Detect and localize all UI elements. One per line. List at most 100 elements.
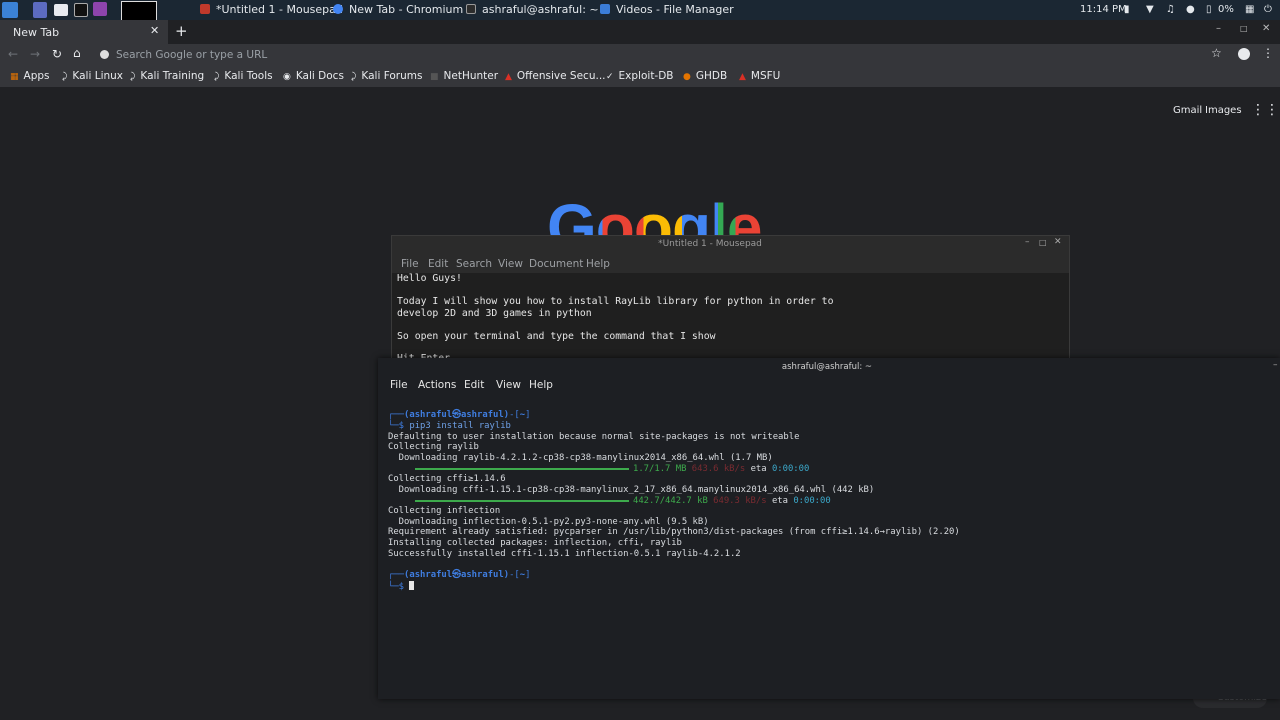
bookmark-ghdb[interactable]: ● GHDB	[683, 66, 727, 87]
bookmark-label: MSFU	[750, 70, 781, 82]
progress-stats: 1.7/1.7 MB 643.6 kB/s eta 0:00:00	[633, 464, 809, 475]
bookmark-apps[interactable]: ▦ Apps	[10, 66, 50, 87]
bookmark-label: Apps	[23, 70, 50, 82]
progress-speed: 649.3 kB/s	[713, 496, 767, 506]
clock[interactable]: 11:14 PM	[1080, 0, 1127, 20]
progress-eta: 0:00:00	[771, 464, 810, 474]
menu-document[interactable]: Document	[529, 258, 583, 270]
menu-search[interactable]: Search	[456, 258, 492, 270]
output-line: Downloading cffi-1.15.1-cp38-cp38-manyli…	[388, 485, 875, 495]
bookmark-kali-forums[interactable]: ⤸ Kali Forums	[351, 66, 422, 87]
workspace-switcher-icon[interactable]	[121, 1, 157, 21]
mousepad-window: *Untitled 1 - Mousepad – □ ✕ File Edit S…	[391, 235, 1070, 362]
close-tab-icon[interactable]: ✕	[150, 24, 159, 37]
terminal-icon[interactable]	[74, 3, 88, 17]
minimize-icon[interactable]: –	[1025, 237, 1030, 247]
menu-view[interactable]: View	[498, 258, 523, 270]
lock-icon[interactable]: ▦	[1245, 0, 1254, 20]
menu-edit[interactable]: Edit	[464, 379, 484, 391]
forward-icon[interactable]: →	[30, 47, 40, 61]
menu-view[interactable]: View	[496, 379, 521, 391]
profile-icon[interactable]	[1238, 48, 1250, 60]
back-icon[interactable]: ←	[8, 47, 18, 61]
task-label: New Tab - Chromium	[349, 3, 464, 16]
kali-dragon-icon: ⤸	[351, 72, 357, 82]
maximize-icon[interactable]: □	[1240, 24, 1248, 33]
menu-kebab-icon[interactable]: ⋮	[1262, 46, 1274, 60]
google-g-icon	[100, 50, 109, 59]
omnibox[interactable]: Search Google or type a URL	[96, 46, 1232, 64]
download-progress-bar	[415, 500, 629, 502]
google-logo: Google	[547, 188, 761, 236]
task-chromium[interactable]: New Tab - Chromium	[333, 0, 463, 20]
bookmark-msfu[interactable]: ▲ MSFU	[739, 66, 780, 87]
close-icon[interactable]: ✕	[1054, 237, 1062, 247]
kali-dragon-icon: ⤸	[62, 72, 68, 82]
editor-line: Hello Guys!	[397, 273, 462, 284]
menu-help[interactable]: Help	[529, 379, 553, 391]
chromium-icon	[333, 4, 343, 14]
bookmark-kali-linux[interactable]: ⤸ Kali Linux	[62, 66, 123, 87]
google-apps-icon[interactable]: ⋮⋮	[1251, 102, 1279, 118]
output-line: Installing collected packages: inflectio…	[388, 538, 682, 548]
editor-line: So open your terminal and type the comma…	[397, 331, 716, 342]
workspace-icon[interactable]	[33, 2, 47, 18]
bookmark-exploit-db[interactable]: ✓ Exploit-DB	[606, 66, 674, 87]
home-icon[interactable]: ⌂	[73, 46, 81, 60]
window-title: ashraful@ashraful: ~	[781, 362, 873, 372]
output-line: Collecting inflection	[388, 506, 501, 516]
output-line: Collecting raylib	[388, 442, 479, 452]
menu-file[interactable]: File	[401, 258, 419, 270]
eta-label: eta	[771, 496, 788, 506]
minimize-icon[interactable]: –	[1273, 360, 1278, 370]
eta-label: eta	[750, 464, 767, 474]
images-link[interactable]: Images	[1205, 105, 1242, 116]
file-manager-icon[interactable]	[54, 4, 68, 16]
browser-toolbar: ← → ↻ ⌂ Search Google or type a URL ☆ ⋮	[0, 44, 1280, 66]
menu-edit[interactable]: Edit	[428, 258, 448, 270]
bookmark-kali-training[interactable]: ⤸ Kali Training	[130, 66, 204, 87]
mousepad-editor[interactable]: Hello Guys! Today I will show you how to…	[392, 273, 1069, 361]
kali-menu-icon[interactable]	[2, 2, 18, 18]
task-file-manager[interactable]: Videos - File Manager	[600, 0, 734, 20]
menu-actions[interactable]: Actions	[418, 379, 456, 391]
apps-grid-icon: ▦	[10, 72, 19, 82]
record-icon[interactable]: ▮	[1124, 0, 1130, 20]
maximize-icon[interactable]: □	[1039, 238, 1047, 247]
menu-help[interactable]: Help	[586, 258, 610, 270]
terminal-output[interactable]: ┌──(ashraful㉿ashraful)-[~] └─$ pip3 inst…	[378, 408, 1280, 699]
volume-icon[interactable]: ♫	[1166, 0, 1175, 20]
new-tab-button[interactable]: +	[175, 22, 188, 40]
task-label: Videos - File Manager	[616, 3, 734, 16]
reload-icon[interactable]: ↻	[52, 47, 62, 61]
bookmark-kali-tools[interactable]: ⤸ Kali Tools	[214, 66, 273, 87]
minimize-icon[interactable]: –	[1216, 23, 1221, 34]
bookmark-star-icon[interactable]: ☆	[1211, 46, 1222, 60]
nethunter-icon: ■	[430, 72, 439, 82]
task-mousepad[interactable]: *Untitled 1 - Mousepad	[200, 0, 343, 20]
progress-stats: 442.7/442.7 kB 649.3 kB/s eta 0:00:00	[633, 496, 831, 507]
task-label: ashraful@ashraful: ~	[482, 3, 599, 16]
browser-icon[interactable]	[93, 2, 107, 16]
exploitdb-icon: ✓	[606, 72, 614, 82]
input-line[interactable]: └─$	[388, 581, 415, 592]
text-cursor	[409, 581, 415, 590]
wifi-icon[interactable]: ▼	[1146, 0, 1154, 20]
power-icon[interactable]: ⏻	[1264, 0, 1272, 20]
close-window-icon[interactable]: ✕	[1262, 23, 1270, 34]
folder-icon	[600, 4, 610, 14]
battery-icon[interactable]: ▯	[1206, 0, 1212, 20]
tab-new-tab[interactable]: New Tab ✕	[0, 20, 168, 44]
google-logo-text: Google	[547, 191, 761, 236]
bookmark-nethunter[interactable]: ■ NetHunter	[430, 66, 498, 87]
gmail-link[interactable]: Gmail	[1173, 105, 1202, 116]
terminal-titlebar[interactable]: ashraful@ashraful: ~ –	[378, 358, 1280, 376]
bell-icon[interactable]: ●	[1186, 0, 1195, 20]
bookmark-offensive-security[interactable]: ▲ Offensive Secu...	[505, 66, 606, 87]
menu-file[interactable]: File	[390, 379, 408, 391]
task-terminal[interactable]: ashraful@ashraful: ~	[466, 0, 599, 20]
bookmark-label: Kali Forums	[361, 70, 423, 82]
mousepad-titlebar[interactable]: *Untitled 1 - Mousepad – □ ✕	[392, 236, 1069, 254]
bookmarks-bar: ▦ Apps ⤸ Kali Linux ⤸ Kali Training ⤸ Kali T…	[0, 66, 1280, 87]
bookmark-kali-docs[interactable]: ◉ Kali Docs	[283, 66, 344, 87]
